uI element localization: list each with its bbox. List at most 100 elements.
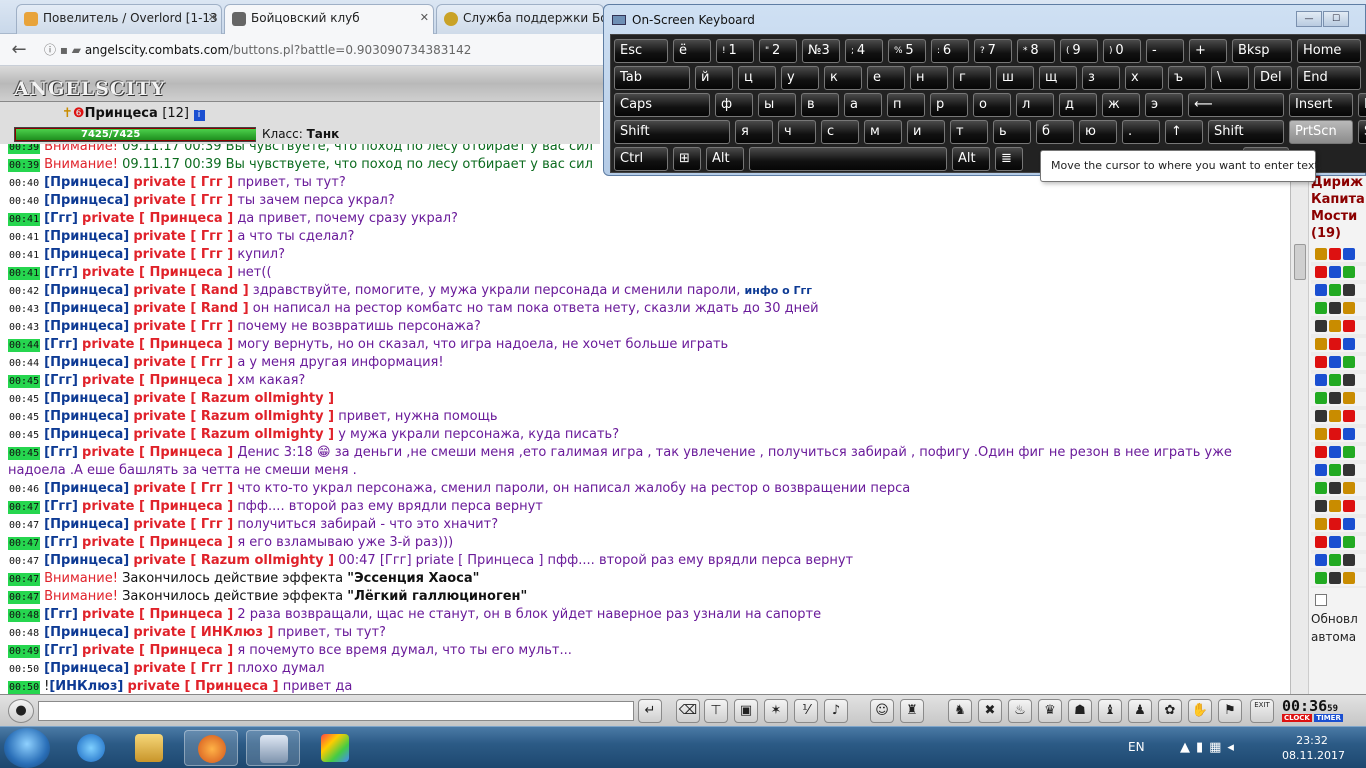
key-x[interactable]: ≣ [995,147,1023,171]
timestamp[interactable]: 00:47 [8,519,40,532]
online-user-entry[interactable] [1315,482,1365,495]
tab-fight-club[interactable]: Бойцовский клуб ✕ [224,4,434,35]
timestamp[interactable]: 00:45 [8,429,40,442]
key-и[interactable]: и [907,120,945,144]
sender-nick[interactable]: Ггг [50,211,72,226]
key-space[interactable] [749,147,947,171]
online-user-entry[interactable] [1315,518,1365,531]
key-ы[interactable]: ы [758,93,796,117]
timestamp[interactable]: 00:41 [8,249,40,262]
sender-nick[interactable]: Принцеса [50,409,123,424]
filter-icon[interactable]: ⊤ [704,699,728,723]
recipient-nick[interactable]: Принцеса [149,643,222,658]
online-user-entry[interactable] [1315,302,1365,315]
sender-nick[interactable]: Принцеса [50,553,123,568]
key-ъ[interactable]: ъ [1168,66,1206,90]
timestamp[interactable]: 00:41 [8,267,41,280]
key-ш[interactable]: ш [996,66,1034,90]
online-user-entry[interactable] [1315,266,1365,279]
recipient-nick[interactable]: Rand [201,283,238,298]
recipient-nick[interactable]: Принцеса [149,535,222,550]
key-ц[interactable]: ц [738,66,776,90]
key-е[interactable]: е [867,66,905,90]
walk-icon[interactable]: ✶ [764,699,788,723]
tray-icons[interactable]: ▲▮▦◂ [1180,740,1240,755]
key-5[interactable]: % 5 [888,39,926,63]
key-x[interactable]: . [1122,120,1160,144]
timestamp[interactable]: 00:40 [8,195,40,208]
key-л[interactable]: л [1016,93,1054,117]
recipient-nick[interactable]: Razum ollmighty [201,427,324,442]
recipient-nick[interactable]: Ггг [201,355,223,370]
key-9[interactable]: ( 9 [1060,39,1098,63]
flag-icon[interactable]: ⚑ [1218,699,1242,723]
action-icon[interactable]: ♝ [1098,699,1122,723]
key-7[interactable]: ? 7 [974,39,1012,63]
timestamp[interactable]: 00:49 [8,645,41,658]
language-indicator[interactable]: EN [1128,740,1145,754]
key-end[interactable]: End [1297,66,1361,90]
key-ctrl[interactable]: Ctrl [614,147,668,171]
sender-nick[interactable]: Ггг [50,499,72,514]
key-1[interactable]: ! 1 [716,39,754,63]
key-tab[interactable]: Tab [614,66,690,90]
key-x[interactable]: + [1189,39,1227,63]
recipient-nick[interactable]: Принцеса [149,337,222,352]
key-с[interactable]: с [821,120,859,144]
timestamp[interactable]: 00:39 [8,144,41,154]
key-x[interactable]: - [1146,39,1184,63]
key-о[interactable]: о [973,93,1011,117]
private-label[interactable]: private [ Ггг ] [133,229,233,244]
online-user-entry[interactable] [1315,338,1365,351]
recipient-nick[interactable]: Razum ollmighty [201,409,324,424]
online-user-entry[interactable] [1315,500,1365,513]
key-д[interactable]: д [1059,93,1097,117]
key-home[interactable]: Home [1297,39,1361,63]
private-label[interactable]: private [ Принцеса ] [127,679,278,694]
recipient-nick[interactable]: Принцеса [149,373,222,388]
private-label[interactable]: private [ Принцеса ] [82,535,233,550]
close-icon[interactable]: ✕ [420,11,429,24]
key-x[interactable]: ⟵ [1188,93,1284,117]
key-insert[interactable]: Insert [1289,93,1353,117]
key-м[interactable]: м [864,120,902,144]
maximize-button[interactable]: ☐ [1323,11,1349,27]
online-user-entry[interactable] [1315,320,1365,333]
sender-nick[interactable]: Ггг [50,373,72,388]
auto-refresh-checkbox[interactable] [1315,594,1327,606]
key-ж[interactable]: ж [1102,93,1140,117]
eraser-icon[interactable]: ⌫ [676,699,700,723]
sender-nick[interactable]: Принцеса [50,247,123,262]
private-label[interactable]: private [ Razum ollmighty ] [133,427,334,442]
key-э[interactable]: э [1145,93,1183,117]
recipient-nick[interactable]: Принцеса [149,607,222,622]
private-label[interactable]: private [ Принцеса ] [82,337,233,352]
timestamp[interactable]: 00:48 [8,627,40,640]
key-x[interactable]: ↑ [1165,120,1203,144]
player-name[interactable]: ✝❻Принцеса [12] i [62,106,205,121]
private-label[interactable]: private [ Принцеса ] [82,211,233,226]
online-user-entry[interactable] [1315,464,1365,477]
key-п[interactable]: п [887,93,925,117]
recipient-nick[interactable]: Принцеса [195,679,268,694]
recipient-nick[interactable]: Ггг [201,481,223,496]
key-т[interactable]: т [950,120,988,144]
url-field[interactable]: ⓘ ▪ ▰ angelscity.combats.com/buttons.pl?… [40,39,620,61]
sender-nick[interactable]: Ггг [50,535,72,550]
timestamp[interactable]: 00:41 [8,213,41,226]
key-у[interactable]: у [781,66,819,90]
key-й[interactable]: й [695,66,733,90]
timestamp[interactable]: 00:45 [8,411,40,424]
system-clock[interactable]: 23:32 08.11.2017 [1282,733,1345,763]
sender-nick[interactable]: Принцеса [50,355,123,370]
sender-nick[interactable]: Принцеса [50,301,123,316]
action-icon[interactable]: ♨ [1008,699,1032,723]
private-label[interactable]: private [ Rand ] [133,301,248,316]
sender-nick[interactable]: Ггг [50,337,72,352]
private-label[interactable]: private [ Ггг ] [133,175,233,190]
sender-nick[interactable]: Принцеса [50,193,123,208]
tab-support[interactable]: Служба поддержки Бойц [436,4,604,34]
recipient-nick[interactable]: Ггг [201,661,223,676]
sender-nick[interactable]: ИНКлюз [55,679,117,694]
online-user-entry[interactable] [1315,284,1365,297]
